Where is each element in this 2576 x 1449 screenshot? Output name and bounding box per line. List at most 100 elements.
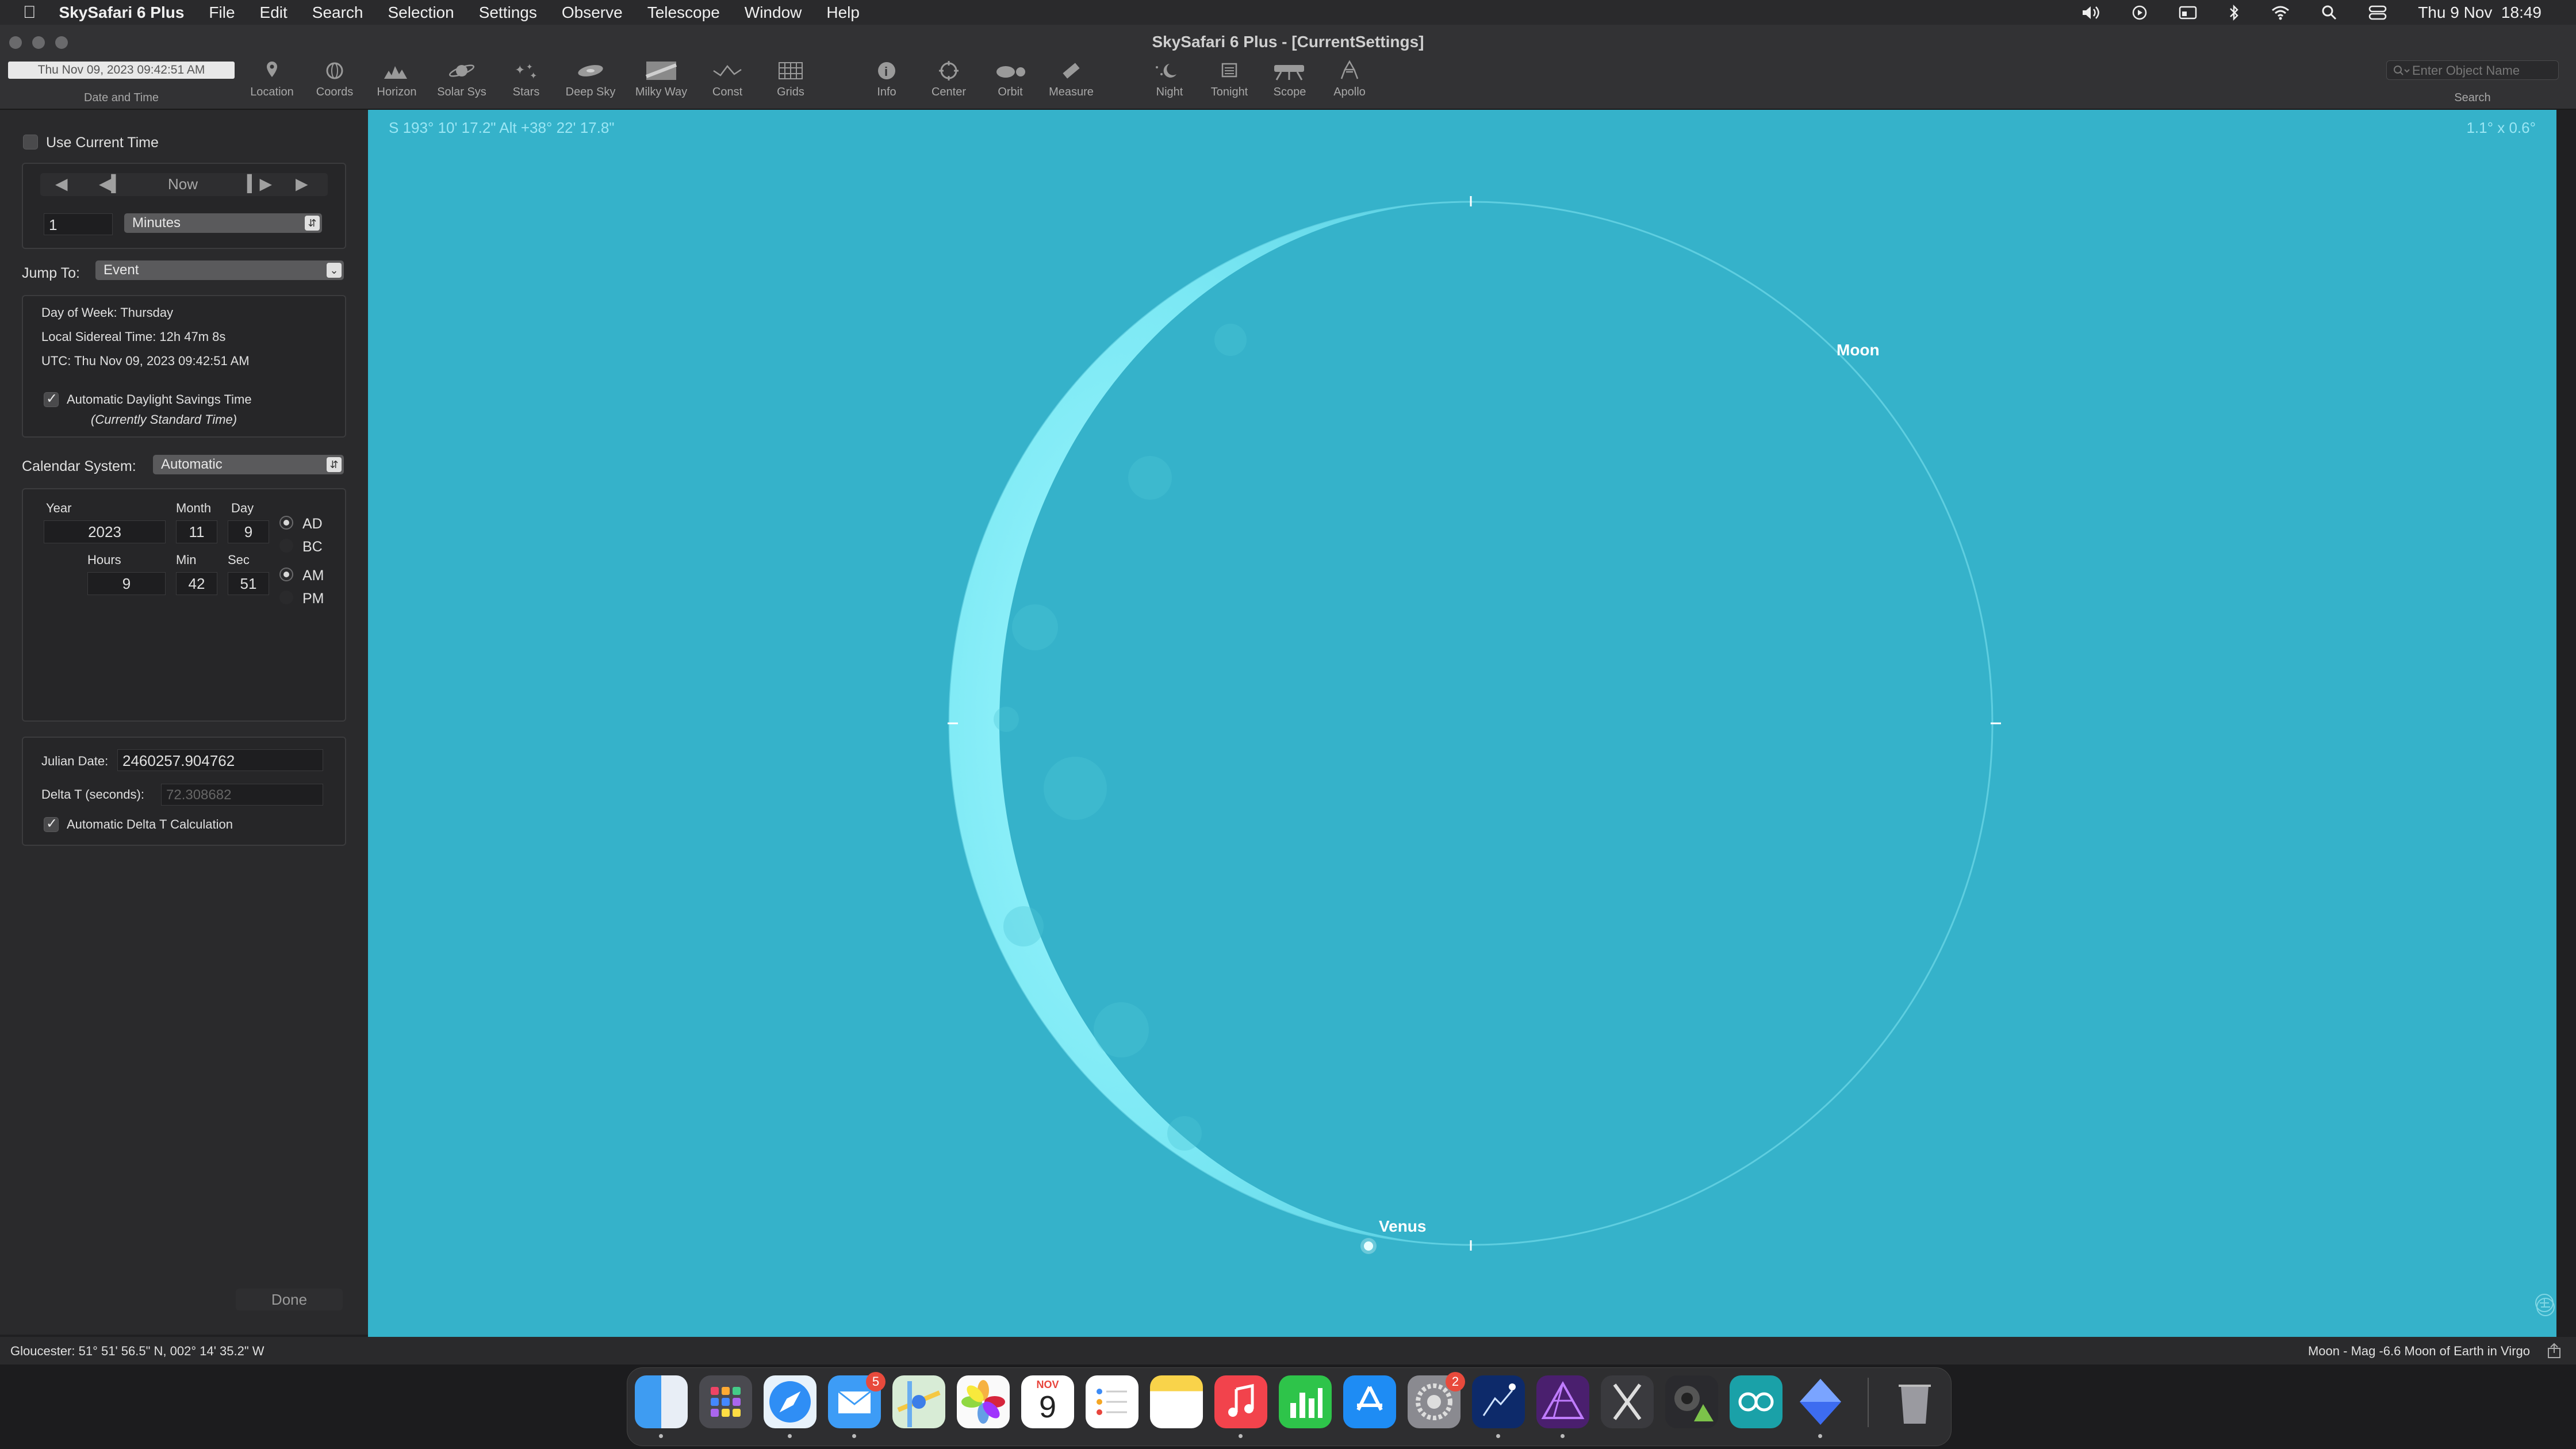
up-down-chevron-icon: ⇵	[305, 216, 320, 231]
toolbar-center[interactable]: Center	[914, 59, 983, 99]
affinity-photo-dock-icon[interactable]	[1536, 1375, 1589, 1428]
auto-dst-checkbox[interactable]	[44, 390, 59, 407]
menu-selection[interactable]: Selection	[388, 3, 454, 22]
year-input[interactable]: 2023	[44, 520, 166, 543]
trash-dock-icon[interactable]	[1888, 1375, 1941, 1428]
step-back-fast-icon[interactable]: ◀	[55, 174, 68, 193]
day-input[interactable]: 9	[228, 520, 269, 543]
day-of-week-text: Day of Week: Thursday	[41, 305, 174, 320]
bluetooth-icon[interactable]	[2228, 4, 2240, 21]
step-forward-fast-icon[interactable]: ▶	[296, 174, 308, 193]
share-icon[interactable]	[2545, 1341, 2563, 1360]
app-store-dock-icon[interactable]	[1343, 1375, 1396, 1428]
safari-running-indicator	[788, 1434, 792, 1438]
toolbar-orbit[interactable]: Orbit	[976, 59, 1045, 99]
seconds-input[interactable]: 51	[228, 572, 269, 595]
menu-telescope[interactable]: Telescope	[647, 3, 720, 22]
minutes-input[interactable]: 42	[176, 572, 217, 595]
bc-radio[interactable]	[279, 539, 293, 553]
apple-menu-icon[interactable]: 	[23, 3, 36, 22]
svg-text:✦: ✦	[530, 71, 537, 81]
launchpad-dock-icon[interactable]	[699, 1375, 752, 1428]
svg-text:i: i	[884, 64, 888, 79]
date-time-field[interactable]: Thu Nov 09, 2023 09:42:51 AM	[8, 62, 235, 79]
menu-help[interactable]: Help	[826, 3, 860, 22]
toolbar-location[interactable]: Location	[237, 59, 306, 99]
ad-label: AD	[302, 516, 323, 532]
calendar-fields-box: Year 2023 Month 11 Day 9 AD BC Hours 9 M…	[22, 488, 346, 722]
toolbar-deep-sky[interactable]: Deep Sky	[556, 59, 625, 99]
menu-settings[interactable]: Settings	[479, 3, 537, 22]
jump-to-select[interactable]: Event ⌄	[95, 260, 344, 280]
toolbar-solar-sys[interactable]: Solar Sys	[427, 59, 496, 99]
music-dock-icon[interactable]	[1214, 1375, 1267, 1428]
step-forward-icon[interactable]: ▍▶	[247, 174, 272, 193]
date-time-panel: Use Current Time ◀ ◀▍ Now ▍▶ ▶ 1 Minutes…	[0, 110, 368, 1335]
arduino-dock-icon[interactable]	[1730, 1375, 1782, 1428]
julian-date-input[interactable]: 2460257.904762	[117, 749, 323, 771]
numbers-dock-icon[interactable]	[1279, 1375, 1332, 1428]
app-menu[interactable]: SkySafari 6 Plus	[59, 3, 185, 22]
window-title: SkySafari 6 Plus - [CurrentSettings]	[1152, 33, 1424, 51]
xcode-like-dock-icon[interactable]	[1601, 1375, 1654, 1428]
use-current-time-checkbox[interactable]	[23, 135, 38, 150]
ad-radio[interactable]	[279, 516, 293, 530]
location-status: Gloucester: 51° 51' 56.5" N, 002° 14' 35…	[10, 1344, 264, 1358]
volume-icon[interactable]	[2081, 5, 2100, 21]
toolbar-apollo[interactable]: Apollo	[1315, 59, 1384, 99]
menu-edit[interactable]: Edit	[260, 3, 288, 22]
camera-app-dock-icon[interactable]	[1665, 1375, 1718, 1428]
hours-input[interactable]: 9	[87, 572, 166, 595]
am-radio[interactable]	[279, 568, 293, 581]
toolbar-info[interactable]: i Info	[852, 59, 921, 99]
toolbar-tonight[interactable]: Tonight	[1195, 59, 1264, 99]
menu-file[interactable]: File	[209, 3, 235, 22]
finder-dock-icon[interactable]	[635, 1375, 688, 1428]
zoom-out-icon[interactable]	[2536, 1297, 2555, 1317]
step-back-icon[interactable]: ◀▍	[99, 174, 124, 193]
gem-app-dock-icon[interactable]	[1794, 1375, 1847, 1428]
toolbar-coords[interactable]: Coords	[300, 59, 369, 99]
sky-chart-view[interactable]: S 193° 10' 17.2" Alt +38° 22' 17.8" 1.1°…	[368, 110, 2556, 1337]
use-current-time-label: Use Current Time	[46, 135, 159, 151]
wifi-icon[interactable]	[2271, 5, 2290, 20]
month-input[interactable]: 11	[176, 520, 217, 543]
toolbar-const[interactable]: Const	[693, 59, 762, 99]
menu-search[interactable]: Search	[312, 3, 363, 22]
spotlight-search-icon[interactable]	[2321, 5, 2337, 21]
menubar-clock[interactable]: Thu 9 Nov 18:49	[2418, 3, 2542, 22]
menu-window[interactable]: Window	[745, 3, 802, 22]
auto-delta-t-checkbox[interactable]	[44, 815, 59, 832]
pm-radio[interactable]	[279, 591, 293, 604]
toolbar-horizon[interactable]: Horizon	[362, 59, 431, 99]
photos-dock-icon[interactable]	[957, 1375, 1010, 1428]
search-label: Search	[2454, 91, 2491, 104]
menu-observe[interactable]: Observe	[562, 3, 623, 22]
display-icon[interactable]	[2179, 5, 2197, 20]
venus-label[interactable]: Venus	[1379, 1217, 1426, 1236]
done-button[interactable]: Done	[236, 1289, 343, 1310]
toolbar-night[interactable]: Night	[1135, 59, 1204, 99]
moon-label[interactable]: Moon	[1837, 341, 1880, 359]
toolbar-milky-way[interactable]: Milky Way	[627, 59, 696, 99]
control-center-icon[interactable]	[2368, 5, 2387, 21]
step-unit-select[interactable]: Minutes ⇵	[124, 213, 322, 233]
now-playing-icon[interactable]	[2132, 5, 2148, 21]
toolbar-measure[interactable]: Measure	[1037, 59, 1106, 99]
reminders-dock-icon[interactable]	[1086, 1375, 1138, 1428]
moon-crescent[interactable]	[949, 202, 1471, 1245]
sky-canvas[interactable]	[368, 110, 2556, 1337]
toolbar-stars[interactable]: ✦ ✦ ✦ Stars	[492, 59, 561, 99]
step-amount-input[interactable]: 1	[44, 213, 113, 235]
notes-dock-icon[interactable]	[1150, 1375, 1203, 1428]
skysafari-dock-icon[interactable]	[1472, 1375, 1525, 1428]
cursor-coordinates: S 193° 10' 17.2" Alt +38° 22' 17.8"	[389, 119, 615, 136]
safari-dock-icon[interactable]	[764, 1375, 816, 1428]
toolbar-grids[interactable]: Grids	[756, 59, 825, 99]
now-button[interactable]: Now	[168, 175, 198, 193]
calendar-dock-icon[interactable]: NOV 9	[1021, 1375, 1074, 1428]
object-search-input[interactable]: Enter Object Name	[2386, 60, 2559, 80]
toolbar-scope[interactable]: Scope	[1255, 59, 1324, 99]
calendar-system-select[interactable]: Automatic ⇵	[153, 455, 344, 474]
maps-dock-icon[interactable]	[892, 1375, 945, 1428]
